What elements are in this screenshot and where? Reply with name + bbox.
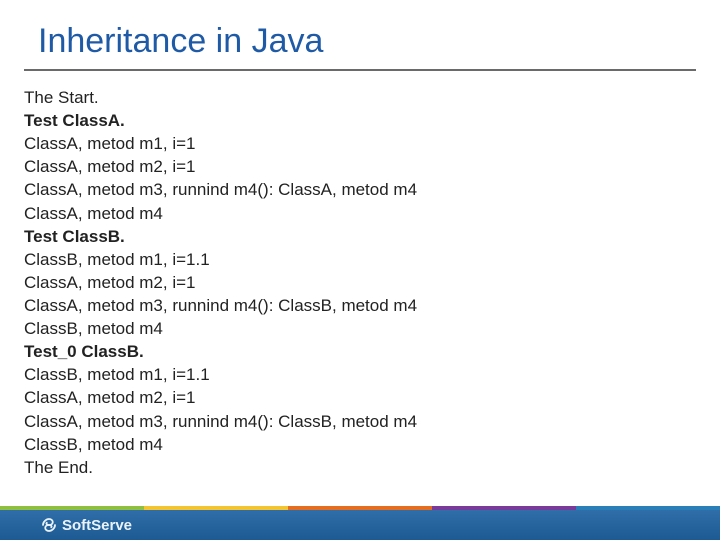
body-line: The End.	[24, 456, 720, 479]
body-line: ClassB, metod m1, i=1.1	[24, 363, 720, 386]
body-line: ClassA, metod m4	[24, 202, 720, 225]
body-line: Test_0 ClassB.	[24, 340, 720, 363]
body-line: ClassA, metod m2, i=1	[24, 386, 720, 409]
brand-logo: SoftServe	[40, 516, 132, 534]
body-line: ClassA, metod m3, runnind m4(): ClassB, …	[24, 410, 720, 433]
body-line: ClassA, metod m2, i=1	[24, 271, 720, 294]
footer-stripes	[0, 506, 720, 510]
body-line: Test ClassA.	[24, 109, 720, 132]
brand-name: SoftServe	[62, 517, 132, 534]
body-line: ClassA, metod m1, i=1	[24, 132, 720, 155]
body-line: ClassA, metod m3, runnind m4(): ClassA, …	[24, 178, 720, 201]
body-line: ClassB, metod m4	[24, 317, 720, 340]
body-line: ClassB, metod m1, i=1.1	[24, 248, 720, 271]
slide-body: The Start.Test ClassA.ClassA, metod m1, …	[0, 72, 720, 479]
slide-footer: SoftServe	[0, 506, 720, 540]
swirl-icon	[40, 516, 58, 534]
body-line: ClassA, metod m3, runnind m4(): ClassB, …	[24, 294, 720, 317]
footer-bar: SoftServe	[0, 510, 720, 540]
body-line: ClassA, metod m2, i=1	[24, 155, 720, 178]
body-line: Test ClassB.	[24, 225, 720, 248]
body-line: ClassB, metod m4	[24, 433, 720, 456]
slide-title: Inheritance in Java	[0, 0, 720, 69]
body-line: The Start.	[24, 86, 720, 109]
